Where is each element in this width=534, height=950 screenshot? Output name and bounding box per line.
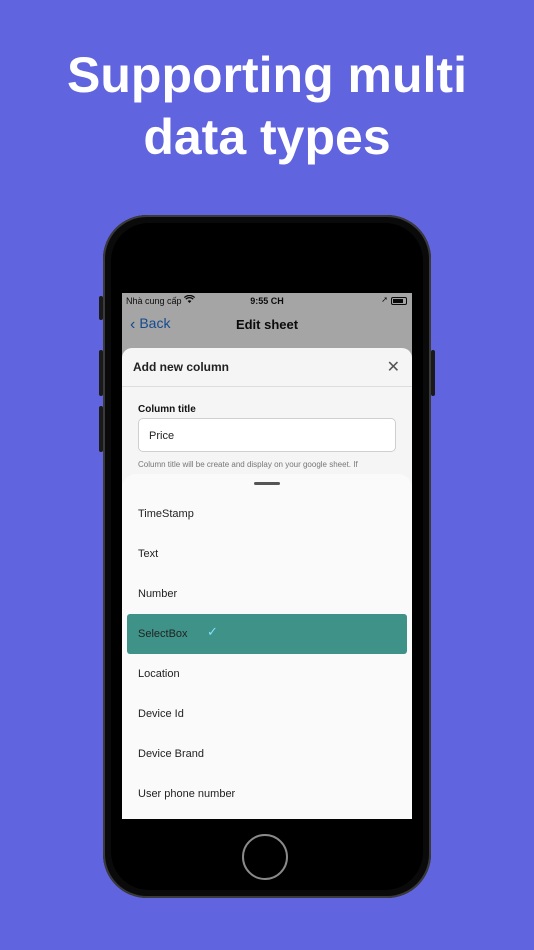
modal-title: Add new column — [133, 360, 229, 374]
option-label: SelectBox — [138, 628, 188, 640]
option-label: Device Id — [138, 708, 184, 720]
column-title-label: Column title — [138, 404, 196, 415]
close-icon[interactable]: ✕ — [387, 357, 400, 377]
option-number[interactable]: Number — [127, 574, 407, 614]
volume-up-button — [99, 350, 103, 396]
home-button[interactable] — [242, 834, 288, 880]
column-title-input[interactable]: Price — [138, 418, 396, 452]
mute-switch — [99, 296, 103, 320]
volume-down-button — [99, 406, 103, 452]
headline: Supporting multi data types — [0, 44, 534, 168]
option-text[interactable]: Text — [127, 534, 407, 574]
data-type-sheet: TimeStamp Text Number SelectBox ✓ Locati… — [122, 474, 412, 819]
option-device-brand[interactable]: Device Brand — [127, 734, 407, 774]
modal-header: Add new column ✕ — [122, 348, 412, 387]
option-location[interactable]: Location — [127, 654, 407, 694]
option-label: TimeStamp — [138, 508, 194, 520]
option-device-id[interactable]: Device Id — [127, 694, 407, 734]
drag-handle[interactable] — [254, 482, 280, 485]
option-label: Location — [138, 668, 180, 680]
headline-line-2: data types — [143, 109, 391, 165]
option-label: User phone number — [138, 788, 236, 800]
option-timestamp[interactable]: TimeStamp — [127, 494, 407, 534]
option-label: Text — [138, 548, 159, 560]
option-selectbox[interactable]: SelectBox ✓ — [127, 614, 407, 654]
phone-screen: Nhà cung cấp 9:55 CH ➚ ‹ Back Edit sheet … — [122, 293, 412, 819]
power-button — [431, 350, 435, 396]
option-label: Device Brand — [138, 748, 205, 760]
option-label: Number — [138, 588, 178, 600]
column-title-help: Column title will be create and display … — [138, 460, 358, 469]
headline-line-1: Supporting multi — [67, 47, 467, 103]
checkmark-icon: ✓ — [207, 624, 218, 639]
option-user-phone-number[interactable]: User phone number — [127, 774, 407, 814]
